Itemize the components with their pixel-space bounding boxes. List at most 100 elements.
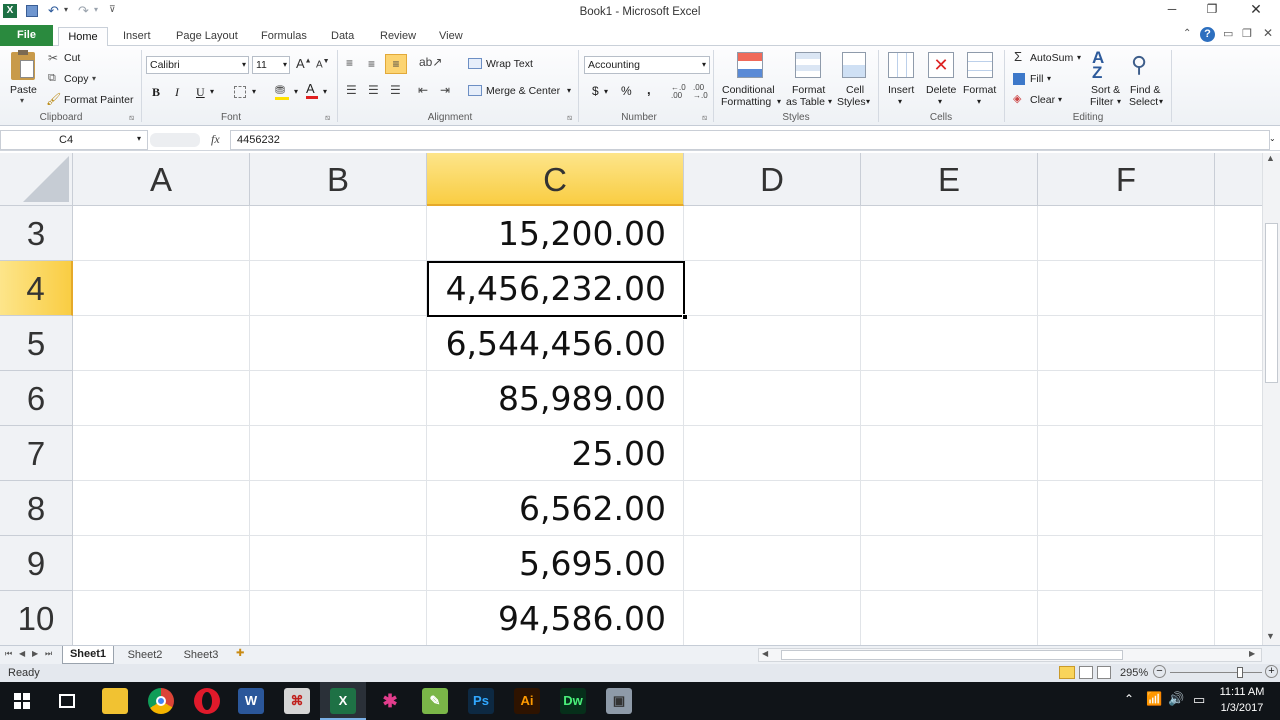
italic-button[interactable]: I bbox=[175, 85, 179, 100]
normal-view-icon[interactable] bbox=[1059, 666, 1075, 679]
insert-dropdown-icon[interactable]: ▾ bbox=[898, 97, 902, 106]
minimize-button[interactable]: ─ bbox=[1160, 2, 1184, 22]
align-top-icon[interactable]: ≡ bbox=[346, 56, 353, 70]
format-dropdown-icon[interactable]: ▾ bbox=[977, 97, 981, 106]
show-hidden-icons[interactable]: ⌃ bbox=[1124, 692, 1134, 706]
vertical-scroll-thumb[interactable] bbox=[1265, 223, 1278, 383]
cell-d5[interactable] bbox=[684, 316, 861, 371]
clipboard-launcher-icon[interactable]: ⧅ bbox=[129, 113, 134, 123]
cell-g6[interactable] bbox=[1215, 371, 1262, 426]
cell-g8[interactable] bbox=[1215, 481, 1262, 536]
excel-taskbar-icon[interactable]: X bbox=[330, 688, 356, 714]
cell-f9[interactable] bbox=[1038, 536, 1215, 591]
cell-b7[interactable] bbox=[250, 426, 427, 481]
dreamweaver-icon[interactable]: Dw bbox=[560, 688, 586, 714]
font-name-select[interactable]: Calibri ▾ bbox=[146, 56, 249, 74]
row-header-8[interactable]: 8 bbox=[0, 481, 73, 536]
underline-button[interactable]: U bbox=[196, 85, 205, 100]
fill-color-icon[interactable]: ⛃ bbox=[275, 83, 289, 100]
percent-button[interactable]: % bbox=[621, 84, 632, 98]
workbook-close-icon[interactable]: ✕ bbox=[1263, 26, 1273, 40]
cell-a8[interactable] bbox=[73, 481, 250, 536]
decrease-decimal-icon[interactable]: .00 →.0 bbox=[693, 84, 708, 100]
column-header-g[interactable] bbox=[1215, 153, 1262, 206]
tab-formulas[interactable]: Formulas bbox=[259, 27, 309, 46]
select-all-button[interactable] bbox=[0, 153, 73, 206]
font-color-dropdown-icon[interactable]: ▾ bbox=[323, 87, 327, 96]
insert-function-icon[interactable]: fx bbox=[211, 132, 220, 147]
cell-f4[interactable] bbox=[1038, 261, 1215, 316]
cell-b3[interactable] bbox=[250, 206, 427, 261]
photoshop-icon[interactable]: Ps bbox=[468, 688, 494, 714]
autosum-dropdown-icon[interactable]: ▾ bbox=[1077, 53, 1081, 62]
cell-e7[interactable] bbox=[861, 426, 1038, 481]
font-size-select[interactable]: 11 ▾ bbox=[252, 56, 290, 74]
page-layout-view-icon[interactable] bbox=[1079, 666, 1093, 679]
opera-icon[interactable] bbox=[194, 688, 220, 714]
workbook-restore-icon[interactable]: ❐ bbox=[1242, 27, 1252, 40]
row-header-9[interactable]: 9 bbox=[0, 536, 73, 591]
conditional-formatting-dropdown-icon[interactable]: ▾ bbox=[777, 97, 781, 106]
cell-e9[interactable] bbox=[861, 536, 1038, 591]
fill-dropdown-icon[interactable]: ▾ bbox=[1047, 74, 1051, 83]
decrease-indent-icon[interactable]: ⇤ bbox=[418, 83, 428, 97]
delete-dropdown-icon[interactable]: ▾ bbox=[938, 97, 942, 106]
task-view-icon[interactable] bbox=[59, 694, 75, 708]
clock-time[interactable]: 11:11 AM bbox=[1212, 686, 1272, 698]
fill-button[interactable]: Fill bbox=[1030, 73, 1043, 85]
new-sheet-icon[interactable]: ✚ bbox=[236, 648, 244, 659]
align-center-icon[interactable]: ☰ bbox=[368, 83, 379, 97]
cell-a10[interactable] bbox=[73, 591, 250, 645]
paste-dropdown-icon[interactable]: ▾ bbox=[20, 96, 24, 105]
next-sheet-icon[interactable]: ▶ bbox=[32, 649, 38, 658]
action-center-icon[interactable]: ▭ bbox=[1193, 692, 1205, 708]
align-bottom-icon[interactable]: ≡ bbox=[385, 54, 407, 74]
row-header-10[interactable]: 10 bbox=[0, 591, 73, 645]
scroll-up-icon[interactable]: ▲ bbox=[1266, 153, 1275, 163]
tab-insert[interactable]: Insert bbox=[121, 27, 153, 46]
chevron-down-icon[interactable]: ▾ bbox=[137, 134, 141, 143]
workbook-minimize-icon[interactable]: ▭ bbox=[1223, 27, 1233, 40]
scroll-left-icon[interactable]: ◀ bbox=[762, 649, 768, 658]
orientation-icon[interactable]: ab↗ bbox=[419, 55, 442, 69]
comma-button[interactable]: , bbox=[647, 82, 651, 97]
currency-button[interactable]: $ bbox=[592, 84, 599, 98]
font-color-icon[interactable]: A bbox=[306, 81, 318, 99]
scroll-right-icon[interactable]: ▶ bbox=[1249, 649, 1255, 658]
cell-b10[interactable] bbox=[250, 591, 427, 645]
prev-sheet-icon[interactable]: ◀ bbox=[19, 649, 25, 658]
tab-file[interactable]: File bbox=[0, 25, 53, 46]
paint-icon[interactable]: ✱ bbox=[377, 688, 403, 714]
conditional-formatting-button[interactable]: Conditional bbox=[722, 84, 775, 96]
cell-f10[interactable] bbox=[1038, 591, 1215, 645]
cell-d8[interactable] bbox=[684, 481, 861, 536]
cell-d10[interactable] bbox=[684, 591, 861, 645]
cell-a3[interactable] bbox=[73, 206, 250, 261]
format-painter-button[interactable]: Format Painter bbox=[64, 94, 133, 106]
copy-button[interactable]: Copy bbox=[64, 73, 89, 85]
column-header-b[interactable]: B bbox=[250, 153, 427, 206]
number-launcher-icon[interactable]: ⧅ bbox=[702, 113, 707, 123]
horizontal-scroll-thumb[interactable] bbox=[781, 650, 1123, 660]
cell-f7[interactable] bbox=[1038, 426, 1215, 481]
cell-d9[interactable] bbox=[684, 536, 861, 591]
tab-page-layout[interactable]: Page Layout bbox=[174, 27, 240, 46]
font-launcher-icon[interactable]: ⧅ bbox=[325, 113, 330, 123]
cell-g4[interactable] bbox=[1215, 261, 1262, 316]
align-right-icon[interactable]: ☰ bbox=[390, 83, 401, 97]
cell-g9[interactable] bbox=[1215, 536, 1262, 591]
cell-f3[interactable] bbox=[1038, 206, 1215, 261]
windows-start-icon[interactable] bbox=[14, 693, 30, 709]
media-app-icon[interactable]: ▣ bbox=[606, 688, 632, 714]
tab-data[interactable]: Data bbox=[329, 27, 356, 46]
clock-date[interactable]: 1/3/2017 bbox=[1212, 702, 1272, 714]
cell-b6[interactable] bbox=[250, 371, 427, 426]
alignment-launcher-icon[interactable]: ⧅ bbox=[567, 113, 572, 123]
cell-f5[interactable] bbox=[1038, 316, 1215, 371]
file-explorer-icon[interactable] bbox=[102, 688, 128, 714]
cell-a9[interactable] bbox=[73, 536, 250, 591]
cell-a7[interactable] bbox=[73, 426, 250, 481]
minimize-ribbon-icon[interactable]: ⌃ bbox=[1183, 28, 1191, 39]
copy-dropdown-icon[interactable]: ▾ bbox=[92, 74, 96, 83]
cell-a5[interactable] bbox=[73, 316, 250, 371]
